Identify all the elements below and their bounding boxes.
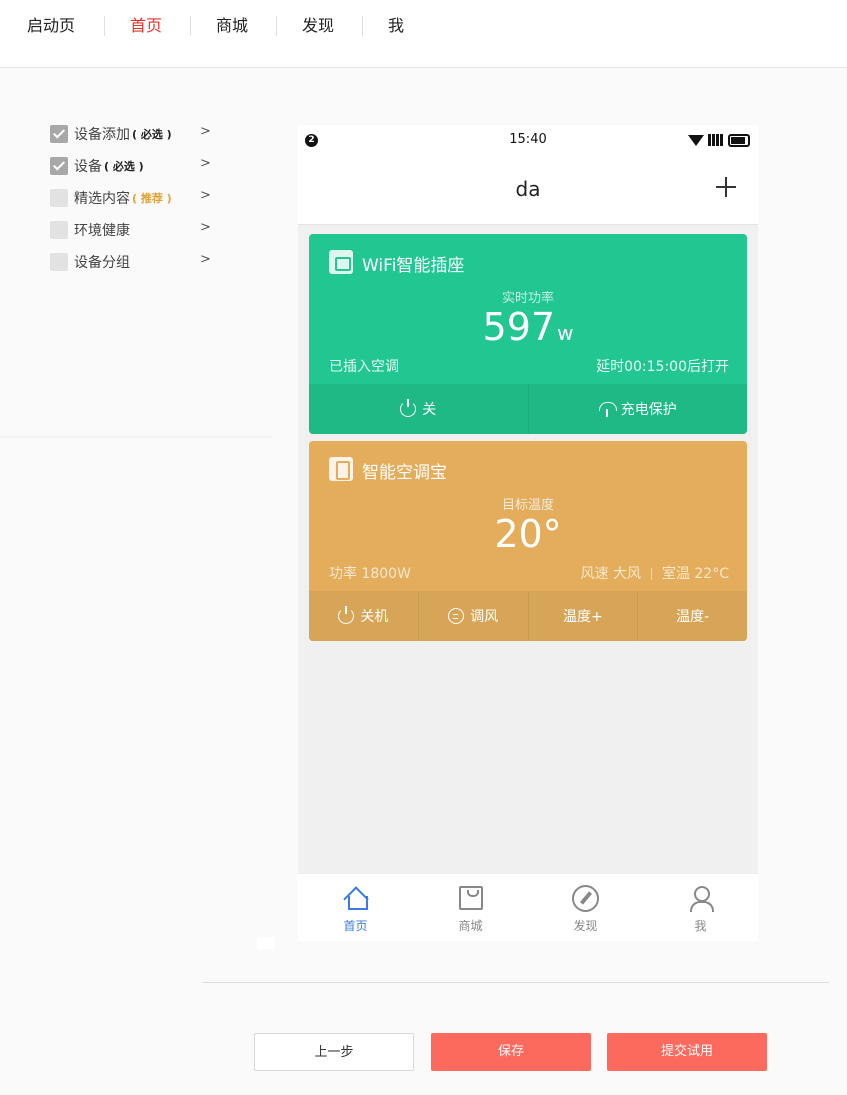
phone-preview: 2 15:40 da WiFi智能插座 实时功率 597 w 已插入空调 延时00… (298, 125, 758, 941)
step-checkbox[interactable] (50, 189, 68, 207)
step-checkbox[interactable] (50, 157, 68, 175)
save-button[interactable]: 保存 (431, 1033, 591, 1071)
bag-icon (458, 886, 483, 910)
action-label: 调风 (470, 609, 499, 625)
tabbar-label: 商城 (458, 919, 483, 933)
step-device-group[interactable]: 设备分组 > (50, 246, 220, 278)
tabbar-label: 首页 (343, 919, 368, 933)
wind-speed: 风速 大风 (580, 566, 641, 582)
tabbar-item-mall[interactable]: 商城 (413, 874, 528, 941)
power-icon (338, 606, 355, 624)
decorative-block (257, 937, 275, 949)
timer-status: 延时00:15:00后打开 (596, 359, 729, 375)
step-tag: ( 必选 ) (104, 160, 144, 173)
tab-divider (104, 16, 105, 36)
wifi-icon (688, 134, 704, 146)
add-device-plus-icon[interactable] (716, 177, 736, 197)
chevron-right-icon[interactable]: > (200, 220, 211, 235)
submit-trial-button[interactable]: 提交试用 (607, 1033, 767, 1071)
status-divider (650, 568, 652, 580)
tabbar-item-home[interactable]: 首页 (298, 874, 413, 941)
previous-step-button[interactable]: 上一步 (254, 1033, 414, 1071)
tabbar-label: 我 (694, 919, 707, 933)
tab-divider (362, 16, 363, 36)
ac-status: 风速 大风 室温 22°C (581, 563, 730, 583)
step-environment-health[interactable]: 环境健康 > (50, 214, 220, 246)
chevron-right-icon[interactable]: > (200, 188, 211, 203)
app-header: da (298, 155, 758, 225)
step-checkbox[interactable] (50, 125, 68, 143)
status-icons (688, 133, 750, 147)
tab-me[interactable]: 我 (388, 14, 404, 38)
step-device-add[interactable]: 设备添加 ( 必选 ) > (50, 118, 220, 150)
step-label: 设备 (74, 159, 102, 175)
chevron-right-icon[interactable]: > (200, 124, 211, 139)
tab-mall[interactable]: 商城 (216, 14, 248, 38)
tab-discover[interactable]: 发现 (302, 14, 334, 38)
step-tag: ( 推荐 ) (132, 192, 172, 205)
action-label: 充电保护 (620, 402, 677, 418)
tab-divider (276, 16, 277, 36)
plugged-status: 已插入空调 (329, 359, 399, 375)
power-rating: 功率 1800W (329, 566, 411, 582)
step-label: 精选内容 (74, 191, 130, 207)
step-device[interactable]: 设备 ( 必选 ) > (50, 150, 220, 182)
power-icon (400, 399, 417, 417)
target-temp-value: 20° (494, 512, 562, 556)
bottom-tab-bar: 首页 商城 发现 我 (298, 873, 758, 941)
tab-home[interactable]: 首页 (130, 14, 162, 38)
step-featured-content[interactable]: 精选内容 ( 推荐 ) > (50, 182, 220, 214)
temp-down-button[interactable]: 温度- (638, 591, 747, 641)
top-nav: 启动页 首页 商城 发现 我 (0, 0, 847, 68)
step-tag: ( 必选 ) (132, 128, 172, 141)
divider (202, 982, 829, 983)
compass-icon (572, 885, 599, 912)
card-actions: 关 充电保护 (309, 384, 747, 434)
step-checkbox[interactable] (50, 221, 68, 239)
chevron-right-icon[interactable]: > (200, 156, 211, 171)
device-card-ac[interactable]: 智能空调宝 目标温度 20° 功率 1800W 风速 大风 室温 22°C 关机 … (309, 441, 747, 641)
device-card-wifi-plug[interactable]: WiFi智能插座 实时功率 597 w 已插入空调 延时00:15:00后打开 关… (309, 234, 747, 434)
tabbar-label: 发现 (573, 919, 598, 933)
charge-protect-button[interactable]: 充电保护 (529, 384, 748, 434)
step-label: 设备分组 (74, 255, 130, 271)
device-name: WiFi智能插座 (362, 256, 465, 276)
power-off-button[interactable]: 关 (309, 384, 529, 434)
ac-unit-icon (329, 457, 353, 481)
tab-launch-page[interactable]: 启动页 (27, 14, 75, 38)
power-value: 597 (482, 305, 556, 349)
signal-icon (708, 134, 724, 146)
step-label: 环境健康 (74, 223, 130, 239)
device-name: 智能空调宝 (362, 463, 447, 483)
action-label: 温度- (676, 609, 710, 625)
home-icon (344, 886, 368, 910)
status-bar: 2 15:40 (298, 125, 758, 155)
temp-up-button[interactable]: 温度+ (529, 591, 639, 641)
action-label: 关机 (360, 609, 389, 625)
fan-icon (448, 608, 465, 624)
room-temp: 室温 22°C (661, 566, 729, 582)
card-actions: 关机 调风 温度+ 温度- (309, 591, 747, 641)
tab-divider (190, 16, 191, 36)
action-label: 关 (422, 402, 437, 418)
plug-icon (329, 250, 353, 274)
power-unit: w (557, 321, 574, 345)
action-label: 温度+ (563, 609, 603, 625)
shutdown-button[interactable]: 关机 (309, 591, 419, 641)
power-readout: 597 w (309, 304, 747, 356)
step-checkbox[interactable] (50, 253, 68, 271)
tabbar-item-discover[interactable]: 发现 (528, 874, 643, 941)
step-label: 设备添加 (74, 127, 130, 143)
adjust-wind-button[interactable]: 调风 (419, 591, 529, 641)
battery-icon (728, 133, 750, 147)
app-title: da (515, 177, 541, 201)
umbrella-icon (598, 401, 617, 417)
user-icon (689, 886, 714, 912)
divider (0, 436, 272, 438)
tabbar-item-me[interactable]: 我 (643, 874, 758, 941)
module-step-list: 设备添加 ( 必选 ) > 设备 ( 必选 ) > 精选内容 ( 推荐 ) > … (50, 118, 220, 278)
chevron-right-icon[interactable]: > (200, 252, 211, 267)
